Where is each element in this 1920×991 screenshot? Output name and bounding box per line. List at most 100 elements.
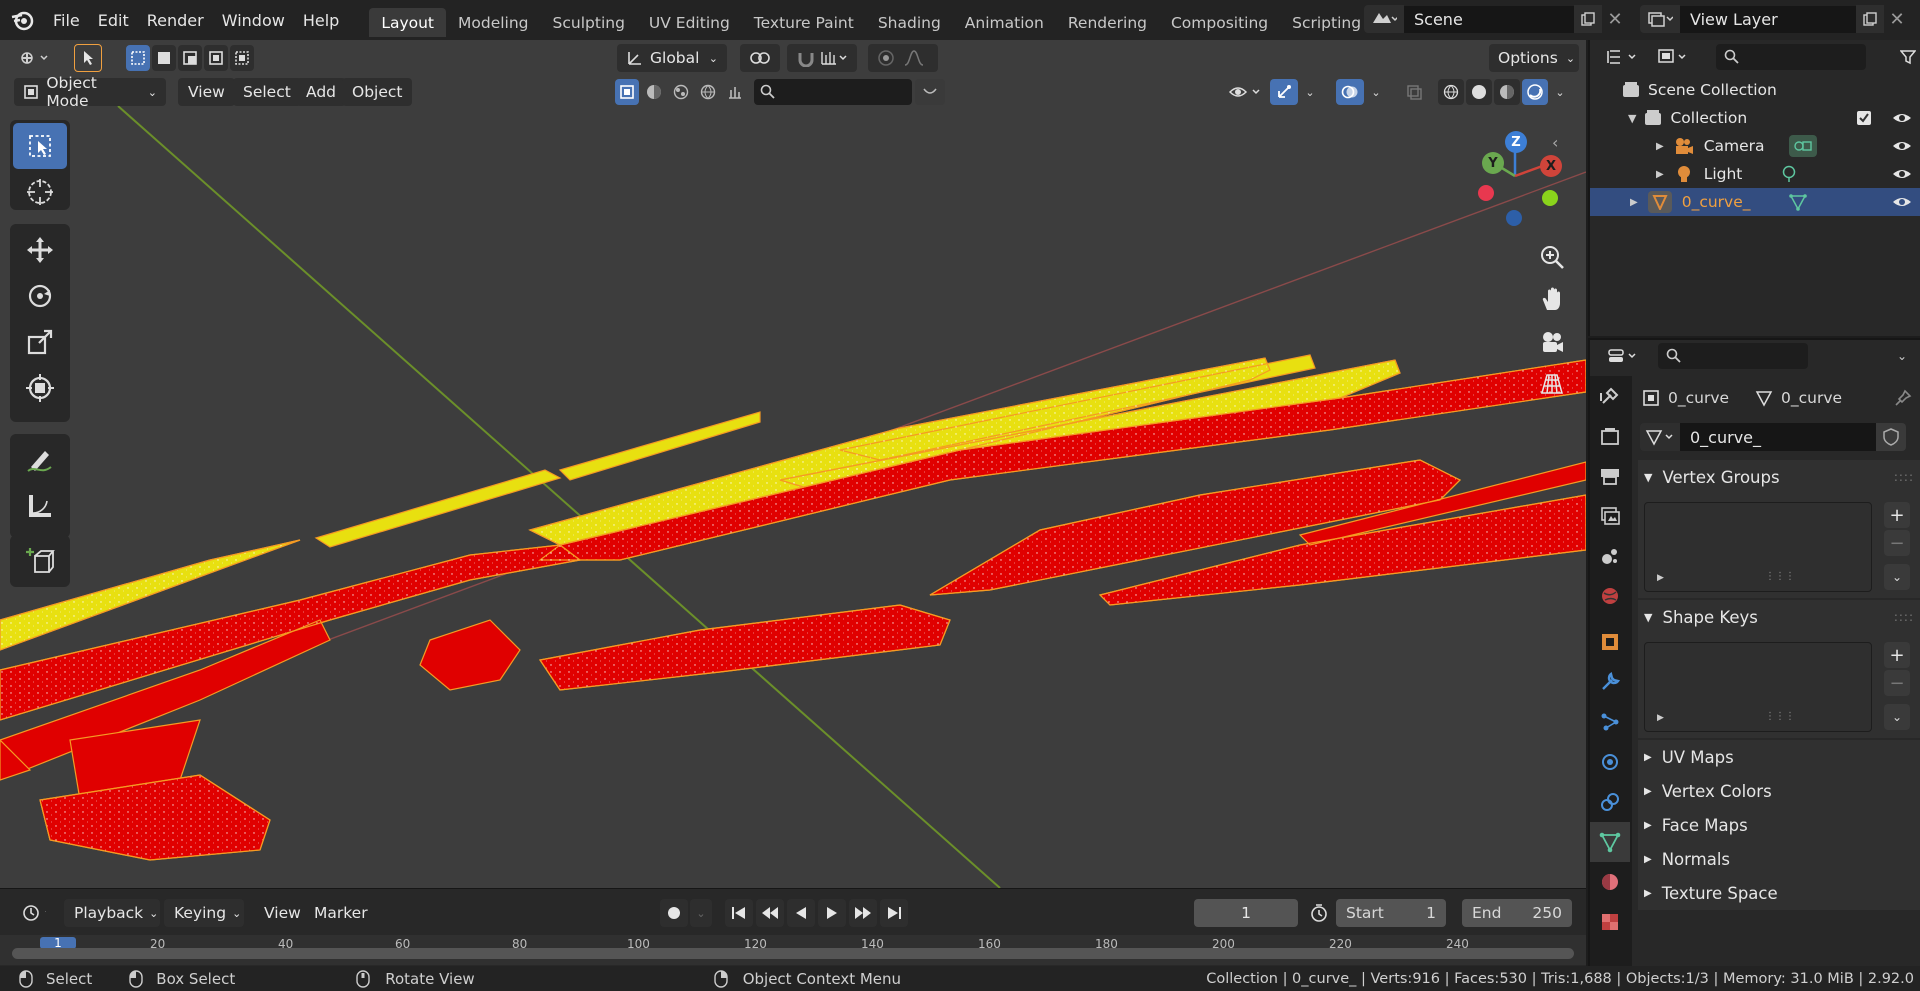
tab-scripting[interactable]: Scripting bbox=[1280, 8, 1373, 37]
tab-shading[interactable]: Shading bbox=[866, 8, 953, 37]
transform-orientation-dropdown[interactable]: Global ⌄ bbox=[617, 44, 727, 72]
tab-layout[interactable]: Layout bbox=[369, 8, 447, 37]
tab-output-icon[interactable] bbox=[1590, 456, 1630, 496]
object-filter-icon[interactable] bbox=[615, 79, 639, 105]
tab-view-layer-icon[interactable] bbox=[1590, 496, 1630, 536]
keying-dropdown[interactable]: Keying ⌄ bbox=[164, 899, 244, 927]
outliner-row-camera[interactable]: ▶ Camera bbox=[1590, 132, 1920, 160]
tab-tool-icon[interactable] bbox=[1590, 376, 1630, 416]
delete-view-layer-icon[interactable]: ✕ bbox=[1884, 5, 1910, 33]
xray-toggle-icon[interactable] bbox=[1400, 79, 1428, 105]
tool-scale[interactable] bbox=[13, 319, 67, 365]
mesh-browse-icon[interactable] bbox=[1640, 423, 1680, 451]
play-reverse-icon[interactable] bbox=[787, 899, 815, 927]
select-extend-icon[interactable] bbox=[152, 45, 176, 71]
prev-keyframe-icon[interactable] bbox=[756, 899, 784, 927]
menu-select[interactable]: Select bbox=[233, 78, 301, 106]
tab-object-icon[interactable] bbox=[1590, 622, 1630, 662]
panel-uv-maps[interactable]: ▶ UV Maps bbox=[1638, 740, 1920, 774]
gizmo-dropdown-icon[interactable]: ⌄ bbox=[1300, 79, 1320, 105]
timeline-ruler[interactable]: 1 20 40 60 80 100 120 140 160 180 200 22… bbox=[0, 935, 1586, 965]
shape-key-specials-icon[interactable]: ⌄ bbox=[1884, 704, 1910, 730]
expand-right-icon[interactable]: ▶ bbox=[1657, 713, 1664, 723]
new-scene-icon[interactable] bbox=[1574, 5, 1602, 33]
solid-shading-icon[interactable] bbox=[1466, 79, 1492, 105]
gizmo-x-axis[interactable]: X bbox=[1540, 155, 1562, 177]
outliner-search-input[interactable] bbox=[1716, 44, 1866, 70]
wireframe-shading-icon[interactable] bbox=[1438, 79, 1464, 105]
properties-options-icon[interactable]: ⌄ bbox=[1890, 342, 1914, 370]
world-filter-icon[interactable] bbox=[696, 79, 720, 105]
expand-right-icon[interactable]: ▶ bbox=[1656, 169, 1664, 180]
panel-vertex-colors[interactable]: ▶ Vertex Colors bbox=[1638, 774, 1920, 808]
outliner-row-scene-collection[interactable]: Scene Collection bbox=[1590, 76, 1920, 104]
menu-edit[interactable]: Edit bbox=[89, 6, 138, 34]
view-layer-name-field[interactable]: View Layer bbox=[1680, 5, 1856, 33]
tab-modifiers-icon[interactable] bbox=[1590, 662, 1630, 702]
next-keyframe-icon[interactable] bbox=[849, 899, 877, 927]
tool-rotate[interactable] bbox=[13, 273, 67, 319]
overlays-toggle-icon[interactable] bbox=[1336, 79, 1364, 105]
display-mode-icon[interactable] bbox=[1654, 43, 1694, 71]
tool-add-cube[interactable] bbox=[13, 538, 67, 584]
start-frame-field[interactable]: Start 1 bbox=[1336, 899, 1446, 927]
filter-toggle-icon[interactable] bbox=[915, 79, 945, 105]
tab-modeling[interactable]: Modeling bbox=[446, 8, 541, 37]
tab-data-icon[interactable] bbox=[1590, 822, 1630, 862]
3d-viewport[interactable] bbox=[0, 40, 1586, 888]
panel-texture-space[interactable]: ▶ Texture Space bbox=[1638, 876, 1920, 910]
gizmo-neg-z-axis[interactable] bbox=[1506, 210, 1522, 226]
resize-grip-icon[interactable]: ⋮⋮⋮ bbox=[1765, 571, 1795, 582]
panel-face-maps[interactable]: ▶ Face Maps bbox=[1638, 808, 1920, 842]
timeline-menu-view[interactable]: View bbox=[254, 899, 311, 927]
properties-editor-type-icon[interactable] bbox=[1604, 342, 1644, 370]
light-data-icon[interactable] bbox=[1780, 165, 1798, 183]
proportional-edit-icon[interactable] bbox=[877, 49, 895, 67]
vertex-group-specials-icon[interactable]: ⌄ bbox=[1884, 564, 1910, 590]
visibility-eye-icon[interactable] bbox=[1892, 110, 1912, 126]
viewport-search-input[interactable] bbox=[754, 79, 912, 105]
menu-render[interactable]: Render bbox=[138, 6, 213, 34]
outliner-editor-type-icon[interactable] bbox=[1604, 43, 1644, 71]
preview-range-icon[interactable] bbox=[1306, 899, 1332, 927]
playback-dropdown[interactable]: Playback ⌄ bbox=[64, 899, 160, 927]
keying-set-dropdown-icon[interactable]: ⌄ bbox=[690, 899, 712, 927]
outliner-row-0-curve[interactable]: ▶ 0_curve_ bbox=[1590, 188, 1920, 216]
outliner-row-collection[interactable]: ▼ Collection bbox=[1590, 104, 1920, 132]
tab-material-icon[interactable] bbox=[1590, 862, 1630, 902]
tab-world-icon[interactable] bbox=[1590, 576, 1630, 616]
play-icon[interactable] bbox=[818, 899, 846, 927]
visibility-dropdown-icon[interactable] bbox=[1224, 78, 1268, 106]
outliner-filter-icon[interactable] bbox=[1896, 43, 1920, 71]
falloff-curve-icon[interactable] bbox=[903, 49, 927, 67]
select-intersect-icon[interactable] bbox=[230, 45, 254, 71]
menu-help[interactable]: Help bbox=[294, 6, 348, 34]
panel-normals[interactable]: ▶ Normals bbox=[1638, 842, 1920, 876]
delete-scene-icon[interactable]: ✕ bbox=[1602, 5, 1628, 33]
visibility-eye-icon[interactable] bbox=[1892, 138, 1912, 154]
menu-file[interactable]: File bbox=[44, 6, 89, 34]
expand-right-icon[interactable]: ▶ bbox=[1630, 197, 1638, 208]
expand-right-icon[interactable]: ▶ bbox=[1656, 141, 1664, 152]
tab-texture-paint[interactable]: Texture Paint bbox=[742, 8, 866, 37]
panel-vertex-groups[interactable]: ▼ Vertex Groups :::: bbox=[1638, 460, 1920, 494]
scene-filter-icon[interactable] bbox=[723, 79, 747, 105]
current-frame-field[interactable]: 1 bbox=[1194, 899, 1298, 927]
gizmo-z-axis[interactable]: Z bbox=[1505, 131, 1527, 153]
add-vertex-group-button[interactable]: + bbox=[1884, 502, 1910, 528]
menu-view[interactable]: View bbox=[178, 78, 235, 106]
new-view-layer-icon[interactable] bbox=[1856, 5, 1884, 33]
end-frame-field[interactable]: End 250 bbox=[1462, 899, 1572, 927]
tool-transform[interactable] bbox=[13, 365, 67, 411]
checkbox-icon[interactable] bbox=[1856, 110, 1872, 126]
camera-data-icon[interactable] bbox=[1788, 135, 1817, 157]
resize-grip-icon[interactable]: ⋮⋮⋮ bbox=[1765, 711, 1795, 722]
timeline-scrollbar[interactable] bbox=[12, 948, 1574, 959]
pan-hand-icon[interactable] bbox=[1532, 279, 1572, 319]
jump-end-icon[interactable] bbox=[880, 899, 908, 927]
timeline-menu-marker[interactable]: Marker bbox=[304, 899, 378, 927]
select-subtract-icon[interactable] bbox=[178, 45, 202, 71]
overlays-dropdown-icon[interactable]: ⌄ bbox=[1366, 79, 1386, 105]
timeline-editor-type-icon[interactable] bbox=[12, 899, 56, 927]
tab-animation[interactable]: Animation bbox=[953, 8, 1056, 37]
